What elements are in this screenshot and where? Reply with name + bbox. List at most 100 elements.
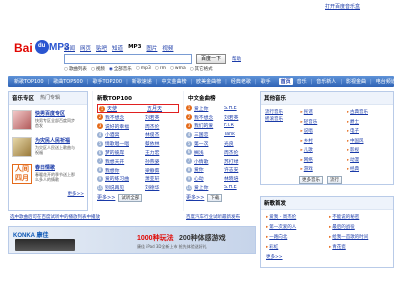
hot-item[interactable]: 快男百度专区 快男专区全部百度同步首发	[12, 110, 84, 130]
rank-singer[interactable]: 苏打绿	[224, 158, 246, 165]
rank-singer[interactable]: Tank	[224, 132, 246, 137]
rank-singer[interactable]: 五月天	[147, 105, 169, 112]
genre-link[interactable]: 民谣	[300, 109, 342, 115]
play-all-button[interactable]: 试听全部	[118, 194, 143, 203]
navbar-right-item[interactable]: 影视金曲	[346, 78, 366, 85]
hot-thumb-image[interactable]	[12, 137, 32, 157]
genre-link[interactable]: 乡村	[300, 138, 342, 144]
rank-row[interactable]: 4 小酒窝 林俊杰	[97, 131, 179, 140]
rank-singer[interactable]: 梁静茹	[145, 167, 167, 174]
rank-singer[interactable]: 刘德华	[145, 184, 167, 191]
radio-video[interactable]: 视频	[91, 66, 105, 72]
new-release-item[interactable]: 最后的战役	[329, 224, 388, 230]
rank-song[interactable]: 爱的练习曲	[105, 175, 145, 182]
rank-song[interactable]: 搁浅	[194, 149, 224, 156]
search-help-link[interactable]: 帮助	[232, 56, 241, 62]
rank-row[interactable]: 7 小情歌 苏打绿	[186, 157, 256, 166]
nav-video[interactable]: 视频	[162, 44, 173, 52]
rank-row[interactable]: 9 心动 林晓培	[186, 174, 256, 183]
chinese-more-link[interactable]: 更多>>	[186, 194, 204, 202]
navbar-item[interactable]: 歌曲TOP500	[53, 78, 83, 85]
bottom-left-link[interactable]: 选中歌曲后可在百度试听中的播放列表中播放	[10, 214, 100, 220]
rank-row[interactable]: 8 我想你 梁静茹	[97, 166, 179, 175]
hot-thumb-image[interactable]: 人间 四月	[12, 164, 32, 184]
navbar-item[interactable]: 欧美金曲榜	[196, 78, 221, 85]
genre-link[interactable]: 经典	[347, 166, 389, 172]
rank-row[interactable]: 6 梦的彼岸 王力宏	[97, 148, 179, 157]
navbar-item[interactable]: 中文金曲榜	[161, 78, 186, 85]
rank-song[interactable]: 小酒窝	[105, 131, 145, 138]
rank-song[interactable]: 小情歌	[194, 158, 224, 165]
rank-row[interactable]: 10 别说再见 刘德华	[97, 183, 179, 192]
new-release-more-link[interactable]: 更多>>	[261, 254, 393, 260]
hot-item-title[interactable]: 为灾民人民祈福	[35, 137, 75, 144]
search-button[interactable]: 百度一下	[196, 54, 226, 64]
radio-other[interactable]: 其它格式	[190, 66, 213, 72]
navbar-right-item[interactable]: 音乐	[297, 78, 307, 85]
rank-row[interactable]: 10 爱上你 S.H.E	[186, 183, 256, 192]
navbar-right-item[interactable]: 音乐新人	[316, 78, 336, 85]
navbar-right-item[interactable]: 电台频道	[376, 78, 396, 85]
rank-song[interactable]: 我想你	[105, 167, 145, 174]
download-button[interactable]: 下载	[207, 193, 223, 202]
rank-song[interactable]: 心动	[194, 175, 224, 182]
radio-mp3[interactable]: mp3	[136, 66, 151, 72]
rank-singer[interactable]: 周杰伦	[145, 123, 167, 130]
radio-songlist[interactable]: 歌曲列表	[64, 66, 87, 72]
baidu-mp3-logo[interactable]: Bai du MP3	[14, 40, 70, 60]
new-release-item[interactable]: 爱我 - 周杰伦	[266, 214, 325, 220]
more-music-button[interactable]: 更多音乐	[299, 176, 323, 184]
radio-wma[interactable]: wma	[170, 66, 186, 72]
rank-song[interactable]: 爱上你	[194, 105, 224, 112]
new-release-item[interactable]: 不能说的秘密	[329, 214, 388, 220]
rank-singer[interactable]: 光良	[224, 140, 246, 147]
rank-singer[interactable]: 许志安	[224, 166, 246, 173]
rank-song[interactable]: 我想天开	[105, 158, 145, 165]
rank-row[interactable]: 7 我想天开 孙燕姿	[97, 157, 179, 166]
rank-row-highlight[interactable]: 1 天使 五月天	[97, 104, 179, 113]
radio-all-music[interactable]: 全部音乐	[109, 66, 132, 72]
rank-song[interactable]: 第一次	[194, 140, 224, 147]
rank-song[interactable]: 天使	[107, 105, 147, 112]
bottom-mid-link[interactable]: 百度汽车行业试听最新发布	[186, 214, 240, 220]
rank-singer[interactable]: S.H.E	[224, 185, 246, 190]
genre-link[interactable]: 网络	[300, 157, 342, 163]
rank-row[interactable]: 4 三国恋 Tank	[186, 130, 256, 139]
rank-song[interactable]: 爱你	[194, 166, 224, 173]
subnav-rock[interactable]: 摇滚音乐	[265, 116, 296, 123]
rank-singer[interactable]: 萧亚轩	[145, 175, 167, 182]
rank-singer[interactable]: 林俊杰	[145, 131, 167, 138]
rank-singer[interactable]: 周杰伦	[224, 149, 246, 156]
rank-song[interactable]: 爱上你	[194, 184, 224, 191]
rank-row[interactable]: 5 情歌唱一唱 蔡依林	[97, 139, 179, 148]
genre-link[interactable]: 轻音乐	[300, 119, 342, 125]
subnav-pop[interactable]: 流行音乐	[265, 109, 296, 116]
chinese-chart-title[interactable]: 中文金曲榜	[188, 94, 216, 102]
hot-item-title[interactable]: 快男百度专区	[35, 110, 75, 117]
rank-row[interactable]: 2 我不想念 刘若英	[97, 113, 179, 122]
rank-row[interactable]: 3 我们的爱 F.I.R	[186, 122, 256, 131]
genre-link[interactable]: 影视	[347, 147, 389, 153]
nav-news[interactable]: 新闻	[64, 44, 75, 52]
new-release-item[interactable]: 第一次爱的人	[266, 224, 325, 230]
rank-row[interactable]: 3 说好的幸福 周杰伦	[97, 122, 179, 131]
navbar-item[interactable]: 歌手TOP200	[93, 78, 123, 85]
rank-song[interactable]: 我们的爱	[194, 122, 224, 129]
genre-link[interactable]: 中国风	[347, 138, 389, 144]
rank-row[interactable]: 1 爱上你 S.H.E	[186, 104, 256, 113]
rank-singer[interactable]: S.H.E	[224, 106, 246, 111]
nav-tieba[interactable]: 贴吧	[96, 44, 107, 52]
hot-thumb-image[interactable]	[12, 110, 32, 130]
nav-mp3[interactable]: MP3	[128, 44, 141, 52]
rank-song[interactable]: 情歌唱一唱	[105, 140, 145, 147]
navbar-item[interactable]: 新歌速递	[132, 78, 152, 85]
rank-singer[interactable]: 王力宏	[145, 149, 167, 156]
rank-song[interactable]: 我不想念	[194, 114, 224, 121]
rank-song[interactable]: 梦的彼岸	[105, 149, 145, 156]
hot-item[interactable]: 人间 四月 春日情歌 春暖花开的季节送上那么多人的情歌	[12, 164, 84, 184]
search-input[interactable]	[64, 54, 192, 64]
open-music-box-link[interactable]: 打开百度音乐盒	[325, 3, 360, 10]
konka-ad-banner[interactable]: KONKA 康佳 1000种玩法 200种体感游戏 康佳 iPad 3D全新上市…	[8, 226, 256, 254]
rank-row[interactable]: 2 我不想念 刘若英	[186, 113, 256, 122]
rank-singer[interactable]: 孙燕姿	[145, 158, 167, 165]
